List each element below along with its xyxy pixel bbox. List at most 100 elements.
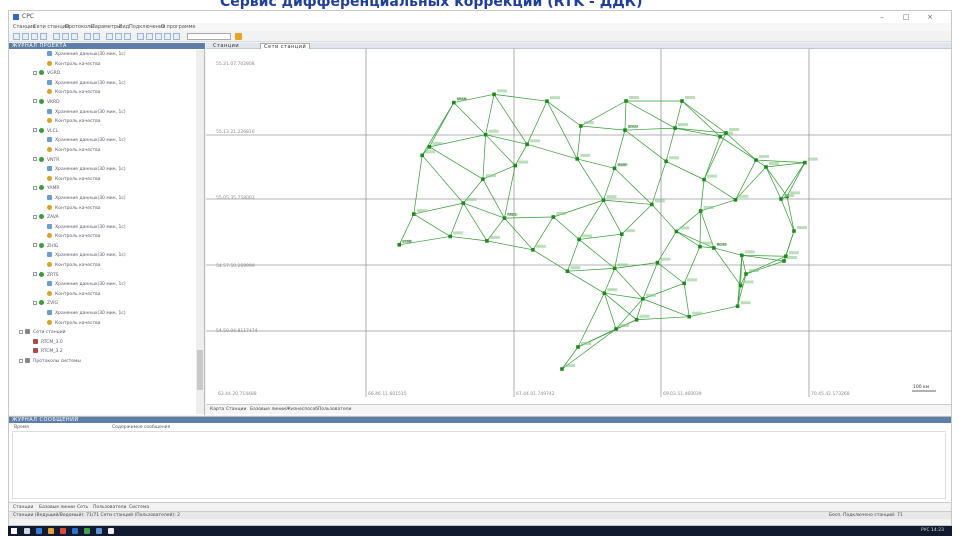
expand-toggle-icon[interactable] — [33, 300, 37, 305]
menu-view[interactable]: Вид — [119, 24, 129, 30]
mail-icon[interactable] — [72, 528, 78, 534]
tree-item[interactable]: Хранение данных(30 мин, 1с) — [9, 50, 195, 60]
tree-item[interactable]: ZVIG — [9, 299, 195, 309]
network-map[interactable]: 55.21.07.702808 55.13.21.226816 55.05.35.7… — [206, 49, 951, 404]
tab-users[interactable]: Пользователи — [318, 407, 351, 412]
baseline-line — [703, 132, 727, 180]
expand-toggle-icon[interactable] — [33, 70, 37, 75]
tree-item[interactable]: VNTR — [9, 156, 195, 166]
tree-item[interactable]: Контроль качества — [9, 290, 195, 300]
system-tray[interactable]: РУС 14:23 — [921, 528, 944, 533]
column-content[interactable]: Содержимое сообщения — [112, 425, 170, 430]
tab-baselines[interactable]: Базовые линии — [250, 407, 286, 412]
tree-scrollbar[interactable] — [196, 50, 204, 414]
tree-item[interactable]: Контроль качества — [9, 261, 195, 271]
tab-lower-network[interactable]: Сеть — [77, 505, 88, 510]
toolbar-combo[interactable] — [187, 33, 231, 40]
paste-icon[interactable] — [71, 33, 78, 40]
minimize-button[interactable]: – — [875, 12, 889, 22]
disconnect-icon[interactable] — [173, 33, 180, 40]
tree-item[interactable]: Контроль качества — [9, 117, 195, 127]
tree-item[interactable]: Хранение данных(30 мин, 1с) — [9, 194, 195, 204]
menu-protocols[interactable]: Протоколы — [65, 24, 94, 30]
expand-toggle-icon[interactable] — [33, 243, 37, 248]
redo-icon[interactable] — [93, 33, 100, 40]
tab-lower-baselines[interactable]: Базовые линии — [39, 505, 75, 510]
settings-icon[interactable] — [146, 33, 153, 40]
tree-item[interactable]: VLCL — [9, 127, 195, 137]
tree-item[interactable]: Хранение данных(30 мин, 1с) — [9, 223, 195, 233]
app-running-icon[interactable] — [108, 528, 114, 534]
tree-item[interactable]: ZRTS — [9, 271, 195, 281]
lock-icon[interactable] — [235, 33, 242, 40]
tree-item[interactable]: Хранение данных(30 мин, 1с) — [9, 251, 195, 261]
tree-item[interactable]: Хранение данных(30 мин, 1с) — [9, 108, 195, 118]
task-view-icon[interactable] — [36, 528, 42, 534]
tree-item[interactable]: Сети станций — [9, 328, 195, 338]
tree-item[interactable]: Хранение данных(30 мин, 1с) — [9, 165, 195, 175]
tree-item[interactable]: Контроль качества — [9, 146, 195, 156]
grid-icon[interactable] — [137, 33, 144, 40]
tree-item[interactable]: Хранение данных(30 мин, 1с) — [9, 79, 195, 89]
menu-about[interactable]: О программе — [161, 24, 196, 30]
browser-icon[interactable] — [60, 528, 66, 534]
new-icon[interactable] — [13, 33, 20, 40]
expand-toggle-icon[interactable] — [33, 272, 37, 277]
tab-station-list[interactable]: Станции — [226, 407, 246, 412]
undo-icon[interactable] — [84, 33, 91, 40]
refresh-icon[interactable] — [155, 33, 162, 40]
tree-scroll-thumb[interactable] — [197, 350, 203, 390]
tree-item[interactable]: Контроль качества — [9, 204, 195, 214]
tree-item[interactable]: ZAVA — [9, 213, 195, 223]
close-button[interactable]: × — [923, 12, 937, 22]
tree-item[interactable]: Хранение данных(30 мин, 1с) — [9, 280, 195, 290]
tree-item[interactable]: RTCM_3.2 — [9, 347, 195, 357]
expand-toggle-icon[interactable] — [33, 157, 37, 162]
tree-item[interactable]: Контроль качества — [9, 88, 195, 98]
tab-viability[interactable]: Жизнеспособ — [286, 407, 318, 412]
menu-parameters[interactable]: Параметры — [91, 24, 121, 30]
tree-item[interactable]: YAMR — [9, 184, 195, 194]
maximize-button[interactable]: □ — [899, 12, 913, 22]
search-icon[interactable] — [24, 528, 30, 534]
app-green-icon[interactable] — [84, 528, 90, 534]
tree-item[interactable]: RTCM_3.0 — [9, 338, 195, 348]
copy-icon[interactable] — [62, 33, 69, 40]
tab-map[interactable]: Карта — [210, 407, 224, 412]
expand-toggle-icon[interactable] — [19, 329, 23, 334]
expand-toggle-icon[interactable] — [19, 358, 23, 363]
zoom-fit-icon[interactable] — [124, 33, 131, 40]
tree-item[interactable]: Хранение данных(30 мин, 1с) — [9, 309, 195, 319]
tab-lower-stations[interactable]: Станции — [13, 505, 33, 510]
explorer-icon[interactable] — [48, 528, 54, 534]
column-time[interactable]: Время — [14, 425, 29, 430]
cut-icon[interactable] — [53, 33, 60, 40]
menu-connections[interactable]: Подключения — [129, 24, 165, 30]
tree-item[interactable]: Контроль качества — [9, 175, 195, 185]
tree-item[interactable]: ZHIG — [9, 242, 195, 252]
windows-start-icon[interactable] — [11, 528, 17, 534]
tree-item[interactable]: VKRD — [9, 98, 195, 108]
tree-item[interactable]: Контроль качества — [9, 232, 195, 242]
tab-lower-users[interactable]: Пользователи — [93, 505, 126, 510]
menu-networks[interactable]: Сети станций — [33, 24, 69, 30]
tree-item[interactable]: Хранение данных(30 мин, 1с) — [9, 136, 195, 146]
print-icon[interactable] — [40, 33, 47, 40]
expand-toggle-icon[interactable] — [33, 185, 37, 190]
zoom-out-icon[interactable] — [115, 33, 122, 40]
open-icon[interactable] — [22, 33, 29, 40]
expand-toggle-icon[interactable] — [33, 99, 37, 104]
message-list[interactable] — [12, 433, 946, 499]
expand-toggle-icon[interactable] — [33, 128, 37, 133]
tree-item[interactable]: Контроль качества — [9, 60, 195, 70]
tree-item[interactable]: Протоколы системы — [9, 357, 195, 367]
app-blue-icon[interactable] — [96, 528, 102, 534]
tree-item[interactable]: VGRD — [9, 69, 195, 79]
station-label-mark — [497, 89, 508, 93]
tab-lower-system[interactable]: Система — [129, 505, 149, 510]
connect-icon[interactable] — [164, 33, 171, 40]
tree-item[interactable]: Контроль качества — [9, 319, 195, 329]
save-icon[interactable] — [31, 33, 38, 40]
zoom-in-icon[interactable] — [106, 33, 113, 40]
expand-toggle-icon[interactable] — [33, 214, 37, 219]
